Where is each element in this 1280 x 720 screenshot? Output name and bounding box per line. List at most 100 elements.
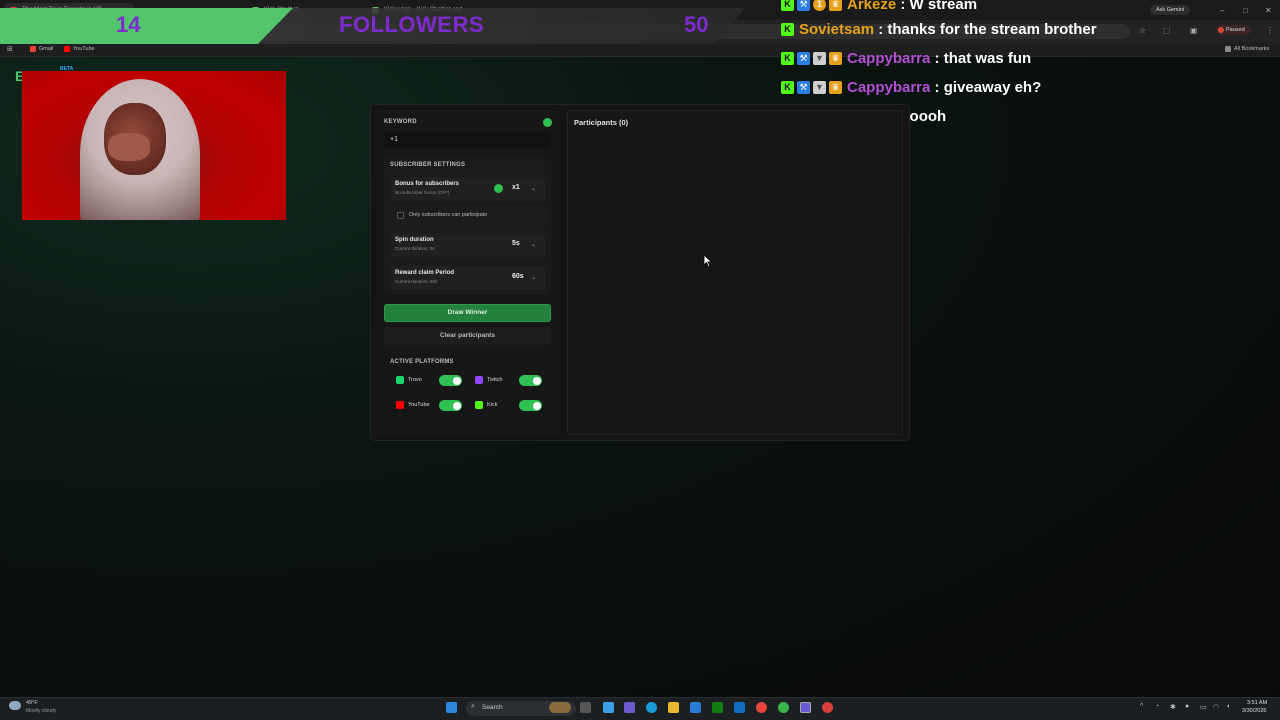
chrome-icon[interactable] xyxy=(756,702,767,713)
kick-badge-icon: K xyxy=(781,22,794,36)
gold-badge-icon: ♛ xyxy=(829,0,842,11)
bookmark-gmail[interactable]: Gmail xyxy=(30,46,53,52)
obs-icon[interactable] xyxy=(800,702,811,713)
windows-taskbar xyxy=(0,697,1280,720)
paused-label: Paused xyxy=(1226,27,1245,33)
chevron-down-icon[interactable]: ⌄ xyxy=(531,241,536,248)
info-icon[interactable] xyxy=(543,118,552,127)
youtube-toggle[interactable] xyxy=(439,400,462,411)
star-icon[interactable]: ☆ xyxy=(1139,26,1146,35)
followers-current: 14 xyxy=(116,12,141,37)
sidepanel-icon[interactable]: ▣ xyxy=(1190,26,1198,35)
trovo-toggle[interactable] xyxy=(439,375,462,386)
teams-icon[interactable] xyxy=(624,702,635,713)
chat-text: : thanks for the stream brother xyxy=(874,20,1097,38)
chat-username: Arkeze xyxy=(847,0,897,13)
blue-badge-icon: ⚒ xyxy=(797,0,810,11)
twitch-icon xyxy=(475,376,483,384)
weather-desc: Mostly cloudy xyxy=(26,708,57,714)
chat-text: : that was fun xyxy=(930,49,1032,67)
reward-title: Reward claim Period xyxy=(395,270,455,276)
edge-icon[interactable] xyxy=(646,702,657,713)
file-explorer-icon[interactable] xyxy=(668,702,679,713)
tray-chevron-icon[interactable]: ^ xyxy=(1140,703,1143,710)
keyword-label: KEYWORD xyxy=(384,119,417,125)
bonus-subscribers-row: Bonus for subscribers No subscriber bonu… xyxy=(390,177,546,201)
twitch-toggle[interactable] xyxy=(519,375,542,386)
close-icon[interactable]: ✕ xyxy=(1265,6,1272,15)
volume-icon[interactable]: ◖ xyxy=(1226,703,1230,710)
bluetooth-icon[interactable]: ✱ xyxy=(1170,703,1176,711)
spin-title: Spin duration xyxy=(395,237,434,243)
store-icon[interactable] xyxy=(690,702,701,713)
bookmarks-bar xyxy=(0,42,1280,57)
youtube-icon xyxy=(64,46,70,52)
network-icon[interactable]: ◔ xyxy=(1155,703,1159,710)
person-hand xyxy=(108,133,150,161)
outlook-icon[interactable] xyxy=(734,702,745,713)
participants-title: Participants (0) xyxy=(574,118,629,127)
kick-toggle[interactable] xyxy=(519,400,542,411)
menu-icon[interactable]: ⋮ xyxy=(1266,26,1274,35)
bonus-multiplier-select[interactable]: x1 xyxy=(512,184,520,191)
search-icon: ⌕ xyxy=(471,703,475,710)
followers-label: FOLLOWERS xyxy=(339,12,485,37)
followers-goal-fill xyxy=(0,8,293,44)
participants-panel xyxy=(567,110,903,435)
clear-participants-button[interactable]: Clear participants xyxy=(384,327,551,345)
extensions-icon[interactable]: ⬚ xyxy=(1163,26,1171,35)
bookmark-youtube[interactable]: YouTube xyxy=(64,46,95,52)
blue-badge-icon: ⚒ xyxy=(797,51,810,65)
bonus-info-icon[interactable] xyxy=(494,184,503,193)
gold-badge-icon: ♛ xyxy=(829,51,842,65)
bonus-subtitle: No subscriber bonus (OFF) xyxy=(395,190,450,195)
kick-badge-icon: K xyxy=(781,0,794,11)
app-icon[interactable] xyxy=(778,702,789,713)
platform-kick-label: Kick xyxy=(487,402,498,408)
followers-target: 50 xyxy=(684,12,709,37)
search-highlight-icon xyxy=(549,702,571,713)
only-subscribers-checkbox[interactable] xyxy=(397,212,404,219)
chat-message: K Sovietsam : thanks for the stream broth… xyxy=(781,19,1097,39)
search-placeholder: Search xyxy=(482,704,503,711)
minimize-icon[interactable]: – xyxy=(1220,6,1224,15)
clock-time[interactable]: 3:51 AM xyxy=(1247,700,1267,706)
kick-badge-icon: K xyxy=(781,80,794,94)
gold-badge-icon: ♛ xyxy=(829,80,842,94)
one-badge-icon: 1 xyxy=(813,0,826,11)
clock-date[interactable]: 3/30/2026 xyxy=(1242,708,1266,714)
keyword-input[interactable]: +1 xyxy=(384,131,551,149)
spin-duration-select[interactable]: 5s xyxy=(512,240,520,247)
recording-icon[interactable] xyxy=(822,702,833,713)
avatar xyxy=(1218,27,1224,33)
display-icon[interactable]: ▭ xyxy=(1200,703,1207,711)
folder-icon xyxy=(1225,46,1231,52)
ask-gemini-button[interactable]: Ask Gemini xyxy=(1150,5,1191,15)
windows-start-icon[interactable] xyxy=(446,702,457,713)
chevron-down-icon[interactable]: ⌄ xyxy=(531,274,536,281)
all-bookmarks-button[interactable]: All Bookmarks xyxy=(1225,46,1269,52)
blue-badge-icon: ⚒ xyxy=(797,80,810,94)
weather-temp[interactable]: 49°F xyxy=(26,700,38,706)
xbox-icon[interactable] xyxy=(712,702,723,713)
reward-claim-select[interactable]: 60s xyxy=(512,273,524,280)
wifi-icon[interactable]: ◠ xyxy=(1213,703,1219,711)
chat-username: Sovietsam xyxy=(799,20,875,38)
copilot-icon[interactable] xyxy=(603,702,614,713)
apps-grid-icon[interactable]: ⊞ xyxy=(7,45,13,53)
paused-profile-button[interactable]: Paused xyxy=(1216,25,1251,35)
platform-youtube-label: YouTube xyxy=(408,402,430,408)
task-view-icon[interactable] xyxy=(580,702,591,713)
webcam-feed xyxy=(22,71,286,220)
maximize-icon[interactable]: □ xyxy=(1243,6,1248,15)
chevron-down-icon[interactable]: ⌄ xyxy=(531,185,536,192)
silver-badge-icon: ▼ xyxy=(813,80,826,94)
chat-message: K ⚒ 1 ♛ Arkeze : W stream xyxy=(781,0,977,14)
active-platforms-label: ACTIVE PLATFORMS xyxy=(390,359,454,365)
draw-winner-button[interactable]: Draw Winner xyxy=(384,304,551,322)
bonus-title: Bonus for subscribers xyxy=(395,181,460,187)
spin-duration-row: Spin duration Current duration: 5s xyxy=(390,233,546,257)
chat-username: Cappybarra xyxy=(847,49,931,67)
bookmark-label: YouTube xyxy=(73,46,95,52)
mic-icon[interactable]: ● xyxy=(1185,703,1189,710)
